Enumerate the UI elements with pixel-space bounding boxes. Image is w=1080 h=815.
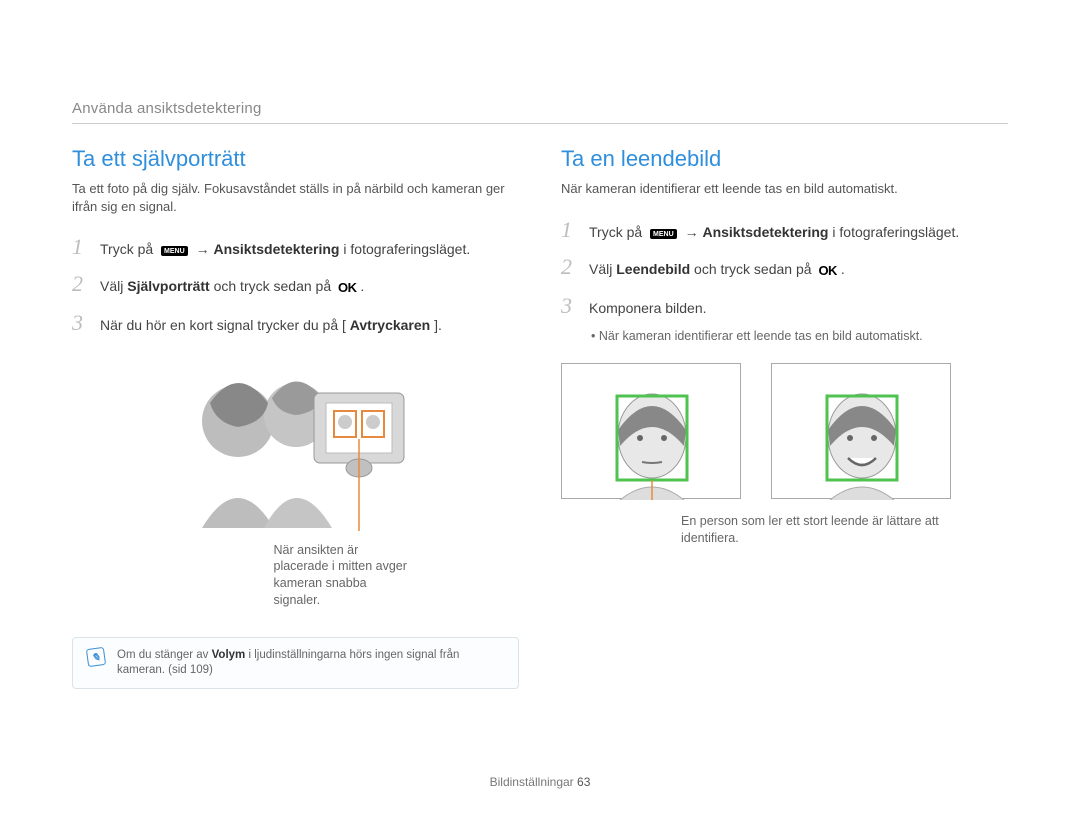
step-text: och tryck sedan på [214,278,335,294]
sub-bullet: När kameran identifierar ett leende tas … [591,329,1008,343]
step-text: . [360,278,364,294]
note-icon: ✎ [86,647,106,667]
step-text: → [196,241,214,257]
step-number: 1 [72,236,90,258]
step-text: i fotograferingsläget. [832,224,959,240]
step-2-left: 2 Välj Självporträtt och tryck sedan på … [72,266,519,305]
step-2-right: 2 Välj Leendebild och tryck sedan på OK … [561,249,1008,288]
step-list-right: 1 Tryck på MENU → Ansiktsdetektering i f… [561,212,1008,325]
step-1-left: 1 Tryck på MENU → Ansiktsdetektering i f… [72,229,519,266]
step-text: Komponera bilden. [589,298,1008,318]
illustration-caption: När ansikten är placerade i mitten avger… [274,542,416,610]
step-text: Välj [100,278,127,294]
heading-smile-shot: Ta en leendebild [561,146,1008,172]
heading-self-portrait: Ta ett självporträtt [72,146,519,172]
page-content: Använda ansiktsdetektering Ta ett självp… [0,0,1080,689]
note-text: Om du stänger av Volym i ljudinställning… [117,648,504,678]
step-text: ]. [434,317,442,333]
step-number: 2 [561,256,579,278]
step-text: När du hör en kort signal trycker du på … [100,317,346,333]
face-caption: En person som ler ett stort leende är lä… [681,513,961,547]
selfie-svg [176,353,416,533]
face-examples [561,363,1008,499]
columns: Ta ett självporträtt Ta ett foto på dig … [72,146,1008,689]
step-number: 1 [561,219,579,241]
page-footer: Bildinställningar 63 [0,775,1080,789]
step-text: Välj [589,261,616,277]
intro-smile-shot: När kameran identifierar ett leende tas … [561,180,1008,198]
intro-self-portrait: Ta ett foto på dig själv. Fokusavståndet… [72,180,519,215]
step-text: . [841,261,845,277]
step-3-right: 3 Komponera bilden. [561,288,1008,325]
step-bold: Avtryckaren [350,317,430,333]
step-number: 3 [561,295,579,317]
menu-icon: MENU [650,229,677,239]
step-text: i fotograferingsläget. [343,241,470,257]
step-text: Tryck på [589,224,646,240]
breadcrumb: Använda ansiktsdetektering [72,100,1008,124]
face-smiling [771,363,951,499]
step-bold: Ansiktsdetektering [213,241,339,257]
step-list-left: 1 Tryck på MENU → Ansiktsdetektering i f… [72,229,519,342]
step-bold: Självporträtt [127,278,209,294]
step-bold: Leendebild [616,261,690,277]
face-neutral [561,363,741,499]
illustration-selfie: När ansikten är placerade i mitten avger… [176,353,416,610]
ok-icon: OK [818,263,837,278]
section-self-portrait: Ta ett självporträtt Ta ett foto på dig … [72,146,519,689]
page-number: 63 [577,775,590,789]
menu-icon: MENU [161,246,188,256]
step-text: och tryck sedan på [694,261,815,277]
step-1-right: 1 Tryck på MENU → Ansiktsdetektering i f… [561,212,1008,249]
step-number: 2 [72,273,90,295]
step-number: 3 [72,312,90,334]
footer-label: Bildinställningar [490,775,577,789]
note-box: ✎ Om du stänger av Volym i ljudinställni… [72,637,519,689]
section-smile-shot: Ta en leendebild När kameran identifiera… [561,146,1008,689]
step-3-left: 3 När du hör en kort signal trycker du p… [72,305,519,342]
step-text: Tryck på [100,241,157,257]
step-bold: Ansiktsdetektering [702,224,828,240]
ok-icon: OK [338,280,357,295]
step-text: → [685,224,703,240]
